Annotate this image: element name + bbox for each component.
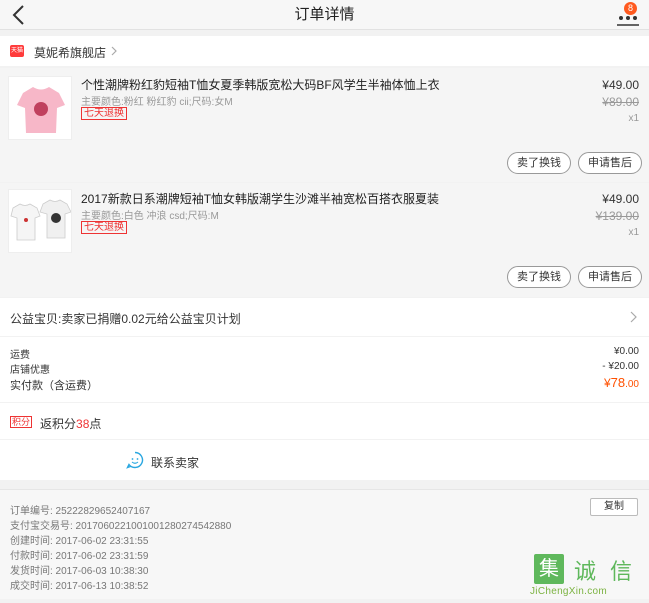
product-price: ¥49.00: [602, 192, 639, 206]
product-thumbnail[interactable]: [8, 189, 72, 253]
points-value: 38: [76, 417, 90, 431]
discount-value: - ¥20.00: [602, 361, 639, 372]
fee-summary: 运费 ¥0.00 店铺优惠 - ¥20.00 实付款（含运费） ¥78.00: [0, 337, 649, 402]
shop-row[interactable]: 天猫 莫妮希旗舰店: [0, 36, 649, 66]
sell-exchange-button[interactable]: 卖了换钱: [507, 152, 571, 174]
order-item[interactable]: 2017新款日系潮牌短袖T恤女韩版潮学生沙滩半袖宽松百搭衣服夏装 主要颜色:白色…: [0, 183, 649, 297]
points-row: 积分 返积分38点: [0, 403, 649, 439]
nav-bar: 订单详情 8: [0, 0, 649, 30]
product-title[interactable]: 2017新款日系潮牌短袖T恤女韩版潮学生沙滩半袖宽松百搭衣服夏装: [81, 190, 439, 207]
paid-amount: ¥78.00: [604, 375, 639, 390]
created-time: 创建时间: 2017-06-02 23:31:55: [10, 536, 149, 547]
apply-aftersale-button[interactable]: 申请售后: [578, 266, 642, 288]
points-prefix: 返积分: [40, 417, 77, 431]
contact-row: 联系卖家: [0, 440, 649, 480]
contact-seller-label: 联系卖家: [151, 456, 200, 470]
watermark-url: JiChengXin.com: [530, 586, 608, 597]
chevron-right-icon: [630, 311, 637, 323]
watermark-char-3: 信: [610, 559, 633, 584]
notification-badge: 8: [624, 2, 637, 15]
product-price: ¥49.00: [602, 78, 639, 92]
shipped-time: 发货时间: 2017-06-03 10:38:30: [10, 566, 149, 577]
chevron-right-icon: [111, 46, 117, 56]
seven-day-return-tag: 七天退换: [81, 221, 127, 234]
quantity: x1: [628, 113, 639, 124]
paid-label: 实付款（含运费）: [10, 380, 98, 392]
copy-button[interactable]: 复制: [590, 498, 638, 516]
watermark-char-1: 集: [534, 554, 564, 584]
product-title[interactable]: 个性潮牌粉红豹短袖T恤女夏季韩版宽松大码BF风学生半袖体恤上衣: [81, 76, 440, 93]
charity-row[interactable]: 公益宝贝:卖家已捐赠0.02元给公益宝贝计划: [0, 298, 649, 336]
sell-exchange-button[interactable]: 卖了换钱: [507, 266, 571, 288]
more-menu-button[interactable]: 8: [613, 2, 643, 28]
quantity: x1: [628, 227, 639, 238]
alipay-trade-number: 支付宝交易号: 2017060221001001280274542880: [10, 521, 232, 532]
tmall-logo-icon: 天猫: [10, 45, 24, 57]
paid-time: 付款时间: 2017-06-02 23:31:59: [10, 551, 149, 562]
charity-text: 公益宝贝:卖家已捐赠0.02元给公益宝贝计划: [10, 312, 241, 326]
apply-aftersale-button[interactable]: 申请售后: [578, 152, 642, 174]
paid-decimal: .00: [625, 379, 639, 390]
watermark-char-2: 诚: [574, 559, 597, 584]
original-price: ¥89.00: [602, 95, 639, 109]
pink-tshirt-image: [17, 87, 65, 133]
shop-name: 莫妮希旗舰店: [34, 46, 107, 60]
page-title: 订单详情: [294, 6, 355, 23]
chat-smile-icon: [126, 451, 144, 469]
seven-day-return-tag: 七天退换: [81, 107, 127, 120]
points-text: 返积分38点: [40, 415, 101, 432]
order-number: 订单编号: 25222829652407167: [10, 506, 151, 517]
paid-integer: 78: [610, 375, 626, 390]
points-tag: 积分: [10, 416, 33, 428]
product-thumbnail[interactable]: [8, 76, 72, 140]
discount-label: 店铺优惠: [10, 365, 50, 376]
product-sku: 主要颜色:粉红 粉红豹 cii;尺码:女M: [81, 97, 233, 108]
original-price: ¥139.00: [595, 209, 639, 223]
points-suffix: 点: [89, 417, 102, 431]
white-tshirt-image: [10, 199, 71, 241]
shipping-label: 运费: [10, 350, 30, 361]
product-sku: 主要颜色:白色 冲浪 csd;尺码:M: [81, 211, 219, 222]
watermark: 集 诚 信 JiChengXin.com: [520, 552, 649, 603]
order-item[interactable]: 个性潮牌粉红豹短袖T恤女夏季韩版宽松大码BF风学生半袖体恤上衣 主要颜色:粉红 …: [0, 68, 649, 182]
completed-time: 成交时间: 2017-06-13 10:38:52: [10, 581, 149, 592]
shipping-value: ¥0.00: [613, 346, 639, 357]
paid-currency: ¥: [603, 376, 611, 390]
